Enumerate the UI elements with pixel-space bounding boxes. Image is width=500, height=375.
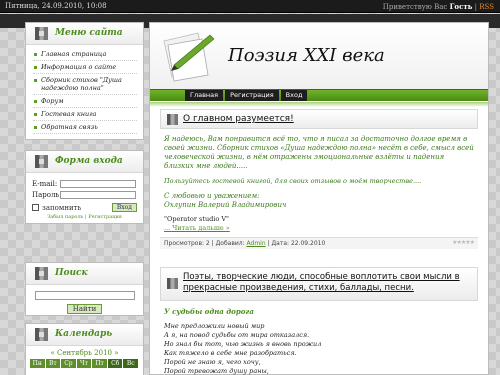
date-time: Пятница, 24.09.2010, 10:08 xyxy=(5,2,107,10)
post-icon xyxy=(167,278,178,289)
password-label: Пароль: xyxy=(32,190,62,199)
post-note: Пользуйтесь гостевой книгой, для своих о… xyxy=(164,177,422,185)
post-title[interactable]: Поэты, творческие люди, способные воплот… xyxy=(183,272,473,294)
password-field[interactable] xyxy=(60,190,136,199)
search-input[interactable] xyxy=(34,291,135,300)
menu-title: Меню сайта xyxy=(55,28,123,38)
rating-stars[interactable]: ★★★★★ xyxy=(452,239,475,246)
login-links[interactable]: Забыл пароль | Регистрация xyxy=(32,214,137,220)
weekday: Вт xyxy=(45,359,61,368)
weekday: Пн xyxy=(30,359,45,368)
signature-name: Охлупин Валерий Владимирович xyxy=(164,201,287,209)
post-header: О главном разумеется! xyxy=(160,109,478,129)
poem: У судьбы одна дорога Мне предложили новы… xyxy=(160,301,478,375)
email-field[interactable] xyxy=(60,179,136,188)
calendar-month[interactable]: « Сентябрь 2010 » xyxy=(30,349,139,357)
block-icon xyxy=(35,328,48,341)
login-form: E-mail: Пароль: запомнить Вход Забыл пар… xyxy=(26,173,143,225)
search-form: Найти xyxy=(26,285,143,320)
menu-block: Меню сайта Главная страница Информация о… xyxy=(25,22,144,140)
calendar: « Сентябрь 2010 » Пн Вт Ср Чт Пт Сб Вс xyxy=(26,346,143,370)
post-paragraph: Я надеюсь, Вам понравится всё то, что я … xyxy=(164,135,474,170)
post-meta: Просмотров: 2 | Добавил: Admin | Дата: 2… xyxy=(160,237,478,249)
menu-item-feedback[interactable]: Обратная связь xyxy=(33,121,137,134)
menu-item-collection[interactable]: Сборник стихов "Душа надеждою полна" xyxy=(33,74,137,95)
post-header: Поэты, творческие люди, способные воплот… xyxy=(160,267,478,301)
post-body: Я надеюсь, Вам понравится всё то, что я … xyxy=(160,129,478,233)
top-bar: Пятница, 24.09.2010, 10:08 Приветствую В… xyxy=(0,0,500,13)
poem-line: Но знал бы тот, чью жизнь я вновь прожил xyxy=(164,340,322,348)
menu-item-about[interactable]: Информация о сайте xyxy=(33,61,137,74)
poem-line: Порой не знаю я, чего хочу, xyxy=(164,358,261,366)
calendar-title: Календарь xyxy=(55,329,113,339)
top-nav: Главная Регистрация Вход xyxy=(150,89,488,101)
weekday: Чт xyxy=(76,359,92,368)
search-block-header: Поиск xyxy=(26,263,143,285)
poem-line: Порой тревожат душу раны, xyxy=(164,367,269,375)
weekday: Пт xyxy=(92,359,107,368)
weekday: Ср xyxy=(61,359,76,368)
greeting: Приветствую Вас Гость | RSS xyxy=(382,2,494,11)
paper-pencil-icon xyxy=(163,32,215,82)
poem-line: Мне предложили новый мир xyxy=(164,322,265,330)
remember-label: запомнить xyxy=(42,203,82,212)
menu-item-guestbook[interactable]: Гостевая книга xyxy=(33,108,137,121)
login-block-header: Форма входа xyxy=(26,151,143,173)
site-menu: Главная страница Информация о сайте Сбор… xyxy=(26,45,143,138)
username: Гость xyxy=(449,2,473,11)
post-welcome: О главном разумеется! Я надеюсь, Вам пон… xyxy=(160,109,478,249)
nav-login[interactable]: Вход xyxy=(280,90,308,101)
search-title: Поиск xyxy=(55,268,88,278)
email-label: E-mail: xyxy=(32,179,58,188)
post-extra: "Operator studio V" xyxy=(164,215,230,223)
login-button[interactable]: Вход xyxy=(111,203,137,212)
author-link[interactable]: Admin xyxy=(247,240,266,247)
weekday: Сб xyxy=(107,359,123,368)
read-more-link[interactable]: ... Читать дальше » xyxy=(164,224,474,233)
search-button[interactable]: Найти xyxy=(66,304,103,314)
site-header: Поэзия XXI века xyxy=(150,23,488,89)
block-icon xyxy=(35,267,48,280)
nav-register[interactable]: Регистрация xyxy=(225,90,279,101)
nav-shadow xyxy=(150,102,488,107)
post-title[interactable]: О главном разумеется! xyxy=(183,114,294,124)
signature-line: С любовью и уважением: xyxy=(164,192,260,200)
block-icon xyxy=(35,27,48,40)
block-icon xyxy=(35,155,48,168)
calendar-block: Календарь « Сентябрь 2010 » Пн Вт Ср Чт … xyxy=(25,323,144,375)
remember-checkbox[interactable] xyxy=(32,204,39,211)
menu-item-forum[interactable]: Форум xyxy=(33,95,137,108)
login-block: Форма входа E-mail: Пароль: запомнить Вх… xyxy=(25,150,144,224)
nav-home[interactable]: Главная xyxy=(185,90,224,101)
poem-line: А я, на повод судьбы от мира отказался. xyxy=(164,331,310,339)
site-title: Поэзия XXI века xyxy=(228,45,385,66)
search-block: Поиск Найти xyxy=(25,262,144,316)
calendar-weekdays: Пн Вт Ср Чт Пт Сб Вс xyxy=(30,359,139,368)
main-content: Поэзия XXI века Главная Регистрация Вход О… xyxy=(149,22,489,375)
post-icon xyxy=(167,114,178,125)
weekday: Вс xyxy=(123,359,139,368)
post-poets: Поэты, творческие люди, способные воплот… xyxy=(160,267,478,375)
login-title: Форма входа xyxy=(55,156,123,166)
rss-link[interactable]: RSS xyxy=(479,3,494,11)
menu-block-header: Меню сайта xyxy=(26,23,143,45)
menu-item-home[interactable]: Главная страница xyxy=(33,48,137,61)
calendar-block-header: Календарь xyxy=(26,324,143,346)
poem-title: У судьбы одна дорога xyxy=(164,307,254,316)
poem-line: Как тяжело в себе мне разобраться. xyxy=(164,349,297,357)
